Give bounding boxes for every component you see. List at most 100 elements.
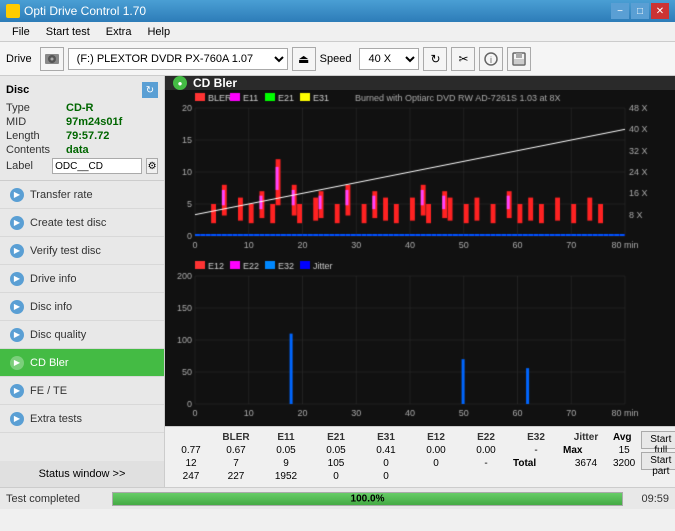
minimize-button[interactable]: −	[611, 3, 629, 19]
disc-mid-key: MID	[6, 116, 66, 128]
nav-label-extra-tests: Extra tests	[30, 413, 82, 425]
stats-total-bler: 3674	[561, 457, 611, 470]
menu-help[interactable]: Help	[139, 24, 178, 40]
stats-max-e11: 12	[171, 457, 211, 470]
nav-drive-info[interactable]: ▶ Drive info	[0, 265, 164, 293]
nav-disc-quality[interactable]: ▶ Disc quality	[0, 321, 164, 349]
status-window-button[interactable]: Status window >>	[0, 461, 164, 487]
drive-label: Drive	[6, 53, 32, 65]
disc-panel: Disc ↻ Type CD-R MID 97m24s01f Length 79…	[0, 76, 164, 181]
drive-select[interactable]: (F:) PLEXTOR DVDR PX-760A 1.07	[68, 48, 288, 70]
disc-type-key: Type	[6, 102, 66, 114]
stats-header-e22: E22	[461, 431, 511, 444]
disc-length-key: Length	[6, 130, 66, 142]
toolbar: Drive (F:) PLEXTOR DVDR PX-760A 1.07 ⏏ S…	[0, 42, 675, 76]
stats-total-jitter	[411, 470, 461, 483]
disc-length-row: Length 79:57.72	[6, 130, 158, 142]
drive-icon-button[interactable]	[40, 47, 64, 71]
eraser-button[interactable]: ✂	[451, 47, 475, 71]
nav-disc-info[interactable]: ▶ Disc info	[0, 293, 164, 321]
progress-text: 100.0%	[351, 493, 385, 504]
stats-row-max-label: Max	[561, 444, 611, 457]
charts-container	[165, 90, 675, 426]
info-icon: i	[483, 51, 499, 67]
nav-label-cd-bler: CD Bler	[30, 357, 69, 369]
main-layout: Disc ↻ Type CD-R MID 97m24s01f Length 79…	[0, 76, 675, 487]
nav-fe-te[interactable]: ▶ FE / TE	[0, 377, 164, 405]
app-title: Opti Drive Control 1.70	[24, 4, 146, 18]
title-bar-left: Opti Drive Control 1.70	[6, 4, 146, 18]
nav-icon-disc-quality: ▶	[10, 328, 24, 342]
nav-label-disc-info: Disc info	[30, 301, 72, 313]
stats-avg-jitter: -	[511, 444, 561, 457]
menu-file[interactable]: File	[4, 24, 38, 40]
disc-label-input[interactable]	[52, 158, 142, 174]
stats-header-bler: BLER	[211, 431, 261, 444]
stats-avg-e22: 0.00	[411, 444, 461, 457]
nav-create-test-disc[interactable]: ▶ Create test disc	[0, 209, 164, 237]
start-part-button[interactable]: Start part	[641, 452, 675, 470]
start-full-button[interactable]: Start full	[641, 431, 675, 449]
disc-label-button[interactable]: ⚙	[146, 158, 158, 174]
eject-button[interactable]: ⏏	[292, 47, 316, 71]
stats-total-e31: 227	[211, 470, 261, 483]
stats-max-e21: 7	[211, 457, 261, 470]
disc-header: Disc ↻	[6, 82, 158, 98]
disc-label-row: Label ⚙	[6, 158, 158, 174]
title-bar: Opti Drive Control 1.70 − □ ✕	[0, 0, 675, 22]
stats-header-jitter: Jitter	[561, 431, 611, 444]
stats-header-e31: E31	[361, 431, 411, 444]
disc-refresh-button[interactable]: ↻	[142, 82, 158, 98]
refresh-button[interactable]: ↻	[423, 47, 447, 71]
nav-icon-disc-info: ▶	[10, 300, 24, 314]
app-icon	[6, 4, 20, 18]
nav-label-transfer-rate: Transfer rate	[30, 189, 93, 201]
nav-icon-verify: ▶	[10, 244, 24, 258]
stats-avg-e11: 0.67	[211, 444, 261, 457]
stats-total-e21: 247	[171, 470, 211, 483]
stats-total-e11: 3200	[611, 457, 637, 470]
close-button[interactable]: ✕	[651, 3, 669, 19]
status-time: 09:59	[629, 493, 669, 505]
disc-type-row: Type CD-R	[6, 102, 158, 114]
nav-cd-bler[interactable]: ▶ CD Bler	[0, 349, 164, 377]
disc-mid-row: MID 97m24s01f	[6, 116, 158, 128]
nav-label-drive-info: Drive info	[30, 273, 76, 285]
menu-start-test[interactable]: Start test	[38, 24, 98, 40]
stats-avg-bler: 0.77	[171, 444, 211, 457]
stats-header-e12: E12	[411, 431, 461, 444]
stats-area: BLER E11 E21 E31 E12 E22 E32 Jitter Avg …	[165, 426, 675, 487]
drive-icon	[44, 51, 60, 67]
sidebar: Disc ↻ Type CD-R MID 97m24s01f Length 79…	[0, 76, 165, 487]
stats-header-e11: E11	[261, 431, 311, 444]
stats-avg-e32: 0.00	[461, 444, 511, 457]
stats-row-total-label: Total	[511, 457, 561, 470]
disc-type-val: CD-R	[66, 102, 94, 114]
nav-transfer-rate[interactable]: ▶ Transfer rate	[0, 181, 164, 209]
maximize-button[interactable]: □	[631, 3, 649, 19]
chart-header: ● CD Bler	[165, 76, 675, 90]
stats-avg-e21: 0.05	[261, 444, 311, 457]
speed-label: Speed	[320, 53, 352, 65]
stats-avg-e31: 0.05	[311, 444, 361, 457]
disc-title: Disc	[6, 84, 29, 96]
info-button[interactable]: i	[479, 47, 503, 71]
save-icon	[511, 51, 527, 67]
stats-max-jitter: -	[461, 457, 511, 470]
title-bar-controls: − □ ✕	[611, 3, 669, 19]
menu-extra[interactable]: Extra	[98, 24, 140, 40]
nav-verify-test-disc[interactable]: ▶ Verify test disc	[0, 237, 164, 265]
disc-mid-val: 97m24s01f	[66, 116, 122, 128]
status-bar: Test completed 100.0% 09:59	[0, 487, 675, 509]
chart-title: CD Bler	[193, 76, 237, 90]
speed-select[interactable]: 40 X	[359, 48, 419, 70]
nav-icon-create: ▶	[10, 216, 24, 230]
nav-icon-extra-tests: ▶	[10, 412, 24, 426]
nav-extra-tests[interactable]: ▶ Extra tests	[0, 405, 164, 433]
stats-max-e12: 105	[311, 457, 361, 470]
save-button[interactable]	[507, 47, 531, 71]
stats-total-e32: 0	[361, 470, 411, 483]
sidebar-nav: ▶ Transfer rate ▶ Create test disc ▶ Ver…	[0, 181, 164, 461]
nav-icon-fe-te: ▶	[10, 384, 24, 398]
stats-max-e22: 0	[361, 457, 411, 470]
